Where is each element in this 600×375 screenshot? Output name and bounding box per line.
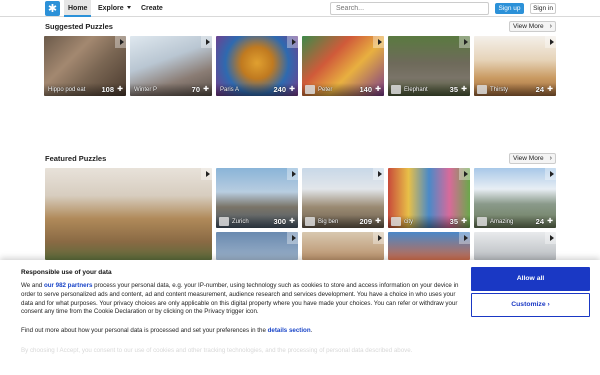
chevron-right-icon: › xyxy=(549,23,552,30)
play-icon[interactable] xyxy=(459,36,470,48)
play-icon[interactable] xyxy=(373,168,384,180)
piece-count: 24 xyxy=(535,217,544,226)
puzzle-name: Big ben xyxy=(318,219,339,225)
puzzle-piece-icon: ✚ xyxy=(203,85,209,93)
chevron-right-icon: › xyxy=(549,155,552,162)
puzzle-piece-icon: ✚ xyxy=(375,85,381,93)
creator-avatar xyxy=(305,217,315,226)
play-icon[interactable] xyxy=(545,36,556,48)
puzzle-tile[interactable]: Peter 140 ✚ xyxy=(302,36,384,96)
puzzle-name: Hippo pod eat xyxy=(48,87,86,93)
allow-all-button[interactable]: Allow all xyxy=(471,267,590,291)
piece-count: 300 xyxy=(273,217,286,226)
piece-count: 35 xyxy=(449,85,458,94)
play-icon[interactable] xyxy=(287,232,298,244)
customize-label: Customize xyxy=(511,301,546,308)
play-icon[interactable] xyxy=(287,168,298,180)
puzzle-tile[interactable]: Winter P 70 ✚ xyxy=(130,36,212,96)
piece-count: 209 xyxy=(359,217,372,226)
creator-avatar xyxy=(219,217,229,226)
nav-create[interactable]: Create xyxy=(137,0,167,17)
puzzle-tile[interactable]: Zurich 300 ✚ xyxy=(216,168,298,228)
view-more-label: View More xyxy=(513,23,544,30)
piece-count: 24 xyxy=(535,85,544,94)
puzzle-piece-icon: ✚ xyxy=(547,217,553,225)
puzzle-piece-icon: ✚ xyxy=(461,85,467,93)
puzzle-name: Winter P xyxy=(134,87,158,93)
puzzle-tile[interactable]: city 35 ✚ xyxy=(388,168,470,228)
play-icon[interactable] xyxy=(545,232,556,244)
nav-explore[interactable]: Explore xyxy=(94,0,135,17)
play-icon[interactable] xyxy=(459,168,470,180)
signin-button[interactable]: Sign in xyxy=(530,3,556,14)
play-icon[interactable] xyxy=(115,36,126,48)
puzzle-tile[interactable]: Hippo pod eat 108 ✚ xyxy=(44,36,126,96)
puzzle-name: Paris A xyxy=(220,87,240,93)
creator-avatar xyxy=(391,217,401,226)
featured-view-more-button[interactable]: View More › xyxy=(509,153,556,164)
puzzle-name: Amazing xyxy=(490,219,514,225)
cookie-title: Responsible use of your data xyxy=(21,269,112,276)
cookie-faded-text: By choosing I Accept, you consent to our… xyxy=(21,347,413,354)
puzzle-tile[interactable]: Thirsty 24 ✚ xyxy=(474,36,556,96)
creator-avatar xyxy=(477,217,487,226)
creator-avatar xyxy=(477,85,487,94)
puzzle-tile[interactable]: Amazing 24 ✚ xyxy=(474,168,556,228)
puzzle-piece-icon: ✚ xyxy=(117,85,123,93)
cookie-more-info: Find out more about how your personal da… xyxy=(21,327,313,334)
customize-button[interactable]: Customize › xyxy=(471,293,590,317)
search-input[interactable] xyxy=(330,2,489,15)
puzzle-name: Elephant xyxy=(404,87,428,93)
partners-link[interactable]: our 982 partners xyxy=(44,282,93,289)
cookie-consent-banner: Responsible use of your data We and our … xyxy=(0,260,600,375)
puzzle-tile[interactable] xyxy=(302,232,384,260)
puzzle-piece-icon: ✚ xyxy=(461,217,467,225)
puzzle-piece-icon: ✚ xyxy=(289,85,295,93)
play-icon[interactable] xyxy=(201,36,212,48)
jigsaw-logo-icon[interactable]: ✱ xyxy=(45,1,60,16)
play-icon[interactable] xyxy=(201,168,212,180)
puzzle-piece-icon: ✚ xyxy=(375,217,381,225)
suggested-section-title: Suggested Puzzles xyxy=(45,22,113,31)
signup-button[interactable]: Sign up xyxy=(495,3,524,14)
suggested-view-more-button[interactable]: View More › xyxy=(509,21,556,32)
puzzle-tile[interactable]: Big ben 209 ✚ xyxy=(302,168,384,228)
play-icon[interactable] xyxy=(459,232,470,244)
puzzle-tile[interactable]: Paris A 240 ✚ xyxy=(216,36,298,96)
puzzle-name: Zurich xyxy=(232,219,249,225)
nav-explore-label: Explore xyxy=(98,5,124,12)
creator-avatar xyxy=(391,85,401,94)
top-navigation-bar: ✱ Home Explore Create Sign up Sign in xyxy=(0,0,600,17)
featured-section-title: Featured Puzzles xyxy=(45,154,107,163)
puzzle-name: Peter xyxy=(318,87,333,93)
play-icon[interactable] xyxy=(373,36,384,48)
puzzle-name: city xyxy=(404,219,413,225)
chevron-down-icon xyxy=(126,6,131,9)
puzzle-tile[interactable] xyxy=(216,232,298,260)
creator-avatar xyxy=(305,85,315,94)
piece-count: 70 xyxy=(191,85,200,94)
piece-count: 140 xyxy=(359,85,372,94)
piece-count: 240 xyxy=(273,85,286,94)
puzzle-piece-icon: ✚ xyxy=(289,217,295,225)
chevron-right-icon: › xyxy=(547,301,550,308)
featured-puzzle-tile-large[interactable] xyxy=(45,168,212,260)
puzzle-tile[interactable] xyxy=(388,232,470,260)
piece-count: 35 xyxy=(449,217,458,226)
view-more-label: View More xyxy=(513,155,544,162)
puzzle-tile[interactable]: Elephant 35 ✚ xyxy=(388,36,470,96)
play-icon[interactable] xyxy=(373,232,384,244)
puzzle-name: Thirsty xyxy=(490,87,508,93)
puzzle-tile[interactable] xyxy=(474,232,556,260)
cookie-description: We and our 982 partners process your per… xyxy=(21,282,459,316)
play-icon[interactable] xyxy=(545,168,556,180)
details-section-link[interactable]: details section xyxy=(268,327,311,334)
piece-count: 108 xyxy=(101,85,114,94)
nav-home[interactable]: Home xyxy=(64,0,92,17)
puzzle-piece-icon: ✚ xyxy=(547,85,553,93)
play-icon[interactable] xyxy=(287,36,298,48)
